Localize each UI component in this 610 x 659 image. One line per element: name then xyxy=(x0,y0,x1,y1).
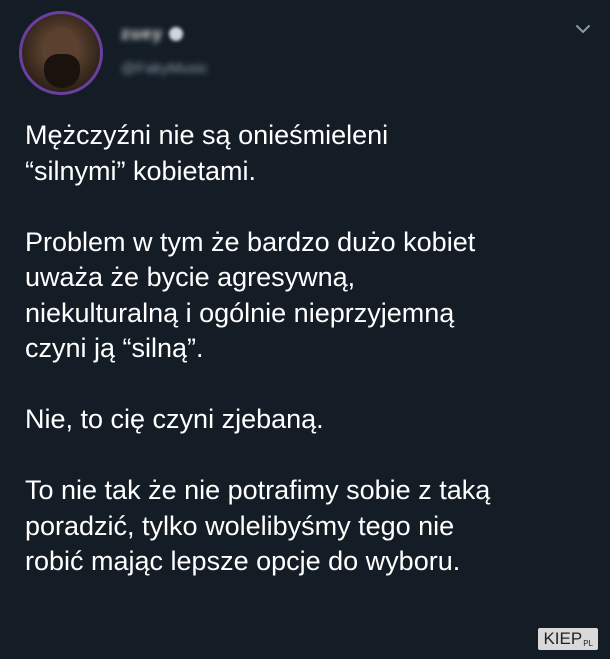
avatar[interactable] xyxy=(19,11,103,95)
watermark-main: KIEP xyxy=(543,629,583,648)
site-watermark: KIEP PL xyxy=(538,628,598,650)
tweet-paragraph-2: Problem w tym że bardzo dużo kobiet uważ… xyxy=(25,226,476,364)
user-handle[interactable]: @FakyMusic xyxy=(121,60,208,77)
chevron-down-icon[interactable] xyxy=(576,24,590,34)
tweet-paragraph-1: Mężczyźni nie są onieśmieleni “silnymi” … xyxy=(25,120,389,186)
badge-icon xyxy=(168,27,183,41)
tweet-paragraph-3: Nie, to cię czyni zjebaną. xyxy=(25,404,324,434)
display-name-row[interactable]: zuey xyxy=(121,24,183,44)
tweet-text: Mężczyźni nie są onieśmieleni “silnymi” … xyxy=(25,118,595,615)
tweet-card: zuey @FakyMusic Mężczyźni nie są onieśmi… xyxy=(0,0,610,659)
avatar-beard xyxy=(44,54,80,88)
watermark-suffix: PL xyxy=(583,639,593,648)
tweet-paragraph-4: To nie tak że nie potrafimy sobie z taką… xyxy=(25,475,491,576)
display-name[interactable]: zuey xyxy=(121,24,163,44)
